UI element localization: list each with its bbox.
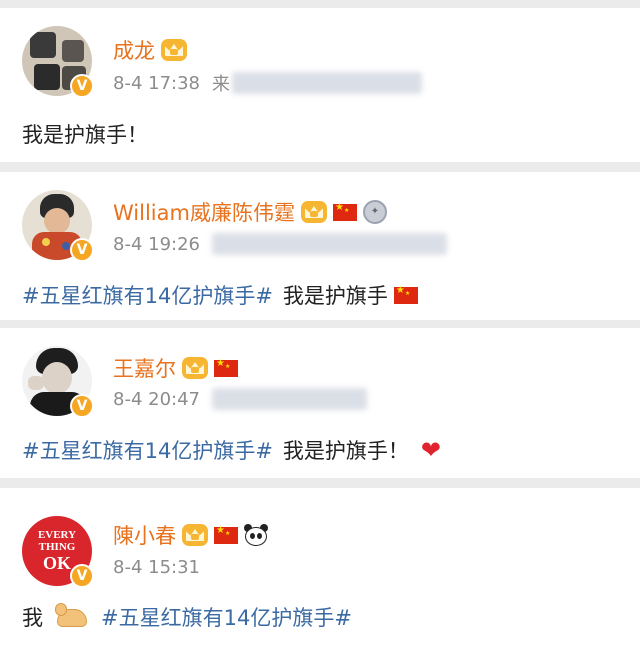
post-text: 我是护旗手！: [282, 439, 409, 463]
china-flag-icon: [393, 285, 418, 304]
user-name-text[interactable]: William威廉陈伟霆: [113, 197, 295, 227]
vip-crown-icon: [300, 201, 327, 223]
post-card[interactable]: V William威廉陈伟霆 ✦ 8-4 19:26 #五星红旗有14亿护旗手#…: [0, 172, 640, 320]
avatar[interactable]: V: [22, 346, 94, 418]
timestamp: 8-4 17:38: [113, 72, 200, 94]
post-meta: 8-4 20:47: [113, 388, 367, 410]
avatar[interactable]: V: [22, 190, 94, 262]
blurred-source: [212, 233, 447, 255]
avatar-text: THING: [38, 541, 76, 553]
verified-badge-icon: V: [70, 564, 94, 588]
vip-crown-icon: [182, 357, 208, 379]
user-name[interactable]: 成龙: [113, 35, 187, 65]
post-card[interactable]: V 王嘉尔 8-4 20:47 #五星红旗有14亿护旗手# 我是护旗手！ ❤: [0, 328, 640, 478]
user-name-text[interactable]: 王嘉尔: [113, 353, 176, 383]
post-text: 我是护旗手！: [22, 123, 148, 147]
timestamp: 8-4 15:31: [113, 557, 200, 578]
post-card[interactable]: EVERY THING OK V 陳小春 8-4 15:31 我 #五星红旗有1…: [0, 488, 640, 650]
timestamp: 8-4 19:26: [113, 233, 200, 255]
china-flag-icon: [332, 202, 357, 221]
user-name[interactable]: 王嘉尔: [113, 353, 238, 383]
verified-badge-icon: V: [70, 238, 94, 262]
post-content: #五星红旗有14亿护旗手# 我是护旗手: [22, 280, 418, 310]
post-meta: 8-4 19:26: [113, 233, 447, 255]
panda-icon: [244, 524, 268, 546]
timestamp: 8-4 20:47: [113, 388, 200, 410]
avatar-text: OK: [42, 553, 71, 573]
post-text: 我: [22, 606, 43, 630]
hashtag-link[interactable]: #五星红旗有14亿护旗手#: [22, 280, 273, 310]
flexed-biceps-icon: [55, 603, 89, 631]
user-name[interactable]: 陳小春: [113, 520, 268, 550]
china-flag-icon: [214, 358, 238, 377]
vip-crown-icon: [182, 524, 208, 546]
post-text: 我是护旗手: [282, 284, 388, 308]
post-card[interactable]: V 成龙 8-4 17:38 来 我是护旗手！: [0, 8, 640, 162]
verified-badge-icon: V: [70, 74, 94, 98]
post-meta: 8-4 17:38 来: [113, 70, 422, 96]
medal-icon: ✦: [362, 200, 387, 224]
verified-badge-icon: V: [70, 394, 94, 418]
blurred-source: [232, 72, 422, 94]
user-name-text[interactable]: 成龙: [113, 35, 155, 65]
source-prefix: 来: [212, 74, 230, 95]
avatar-text: EVERY: [37, 529, 77, 541]
hashtag-link[interactable]: #五星红旗有14亿护旗手#: [101, 602, 352, 632]
china-flag-icon: [214, 525, 238, 544]
post-content: 我是护旗手！: [22, 119, 148, 149]
hashtag-link[interactable]: #五星红旗有14亿护旗手#: [22, 435, 273, 465]
heart-icon: ❤: [420, 436, 442, 464]
avatar[interactable]: V: [22, 26, 94, 98]
post-content: 我 #五星红旗有14亿护旗手#: [22, 602, 352, 632]
user-name[interactable]: William威廉陈伟霆 ✦: [113, 197, 387, 227]
user-name-text[interactable]: 陳小春: [113, 520, 176, 550]
post-content: #五星红旗有14亿护旗手# 我是护旗手！ ❤: [22, 435, 441, 465]
post-meta: 8-4 15:31: [113, 557, 200, 578]
blurred-source: [212, 388, 367, 410]
avatar[interactable]: EVERY THING OK V: [22, 516, 94, 588]
vip-crown-icon: [161, 39, 187, 61]
